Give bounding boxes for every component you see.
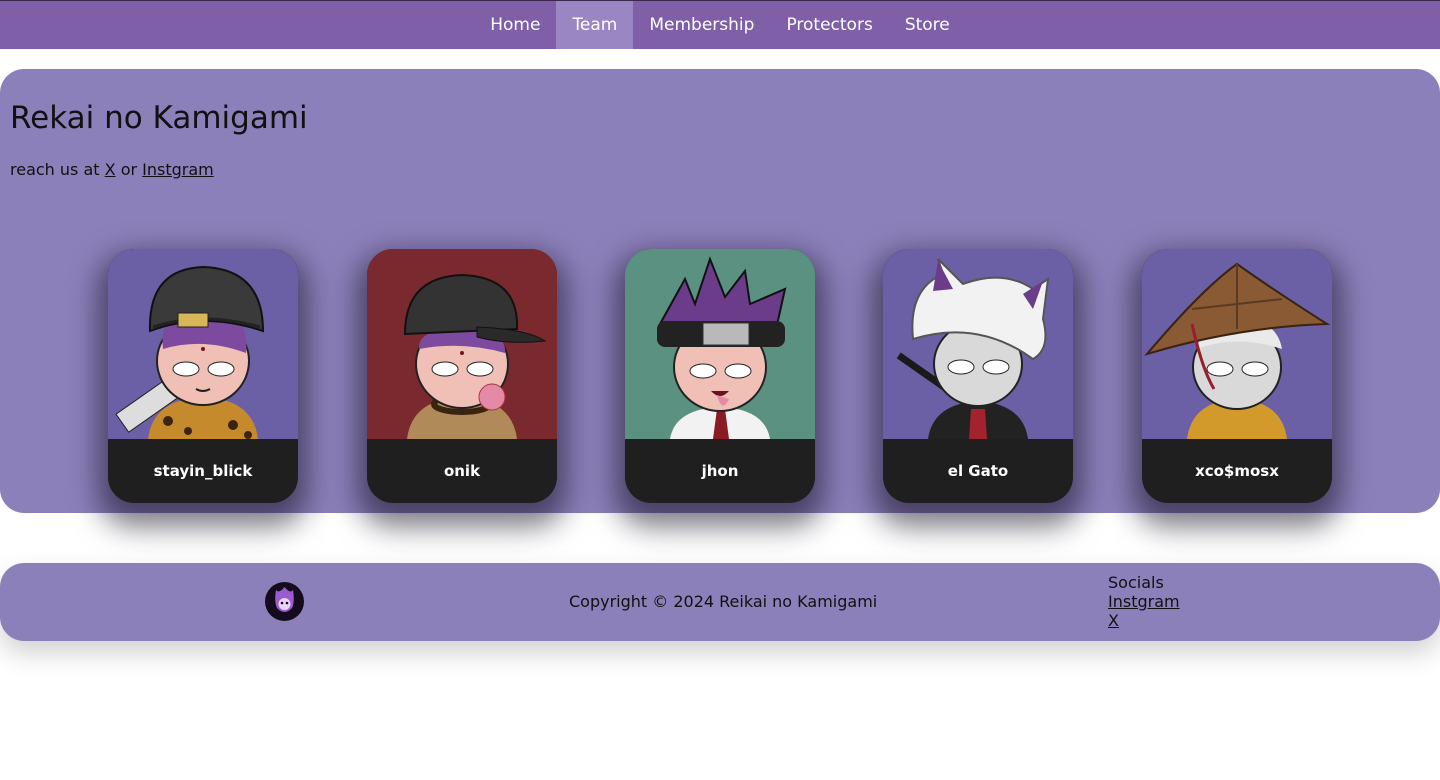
reach-x-link[interactable]: X (105, 160, 116, 179)
member-name: el Gato (947, 462, 1009, 480)
team-card[interactable]: jhon (625, 249, 815, 503)
member-name: jhon (701, 462, 739, 480)
team-card[interactable]: onik (367, 249, 557, 503)
top-navigation: Home Team Membership Protectors Store (0, 0, 1440, 49)
member-name: stayin_blick (153, 462, 253, 480)
page-title: Rekai no Kamigami (10, 100, 308, 136)
flame-skull-icon (265, 582, 304, 621)
avatar (625, 249, 815, 439)
reach-instagram-link[interactable]: Instgram (142, 160, 214, 179)
socials-x-link[interactable]: X (1108, 611, 1180, 630)
socials-section: Socials Instgram X (1108, 573, 1180, 630)
nav-store[interactable]: Store (889, 1, 966, 49)
nav-membership[interactable]: Membership (633, 1, 770, 49)
socials-heading: Socials (1108, 573, 1164, 592)
reach-prefix: reach us at (10, 160, 100, 179)
member-name: onik (443, 462, 481, 480)
nav-protectors[interactable]: Protectors (770, 1, 888, 49)
socials-instagram-link[interactable]: Instgram (1108, 592, 1180, 611)
team-card[interactable]: xco$mosx (1142, 249, 1332, 503)
team-card[interactable]: stayin_blick (108, 249, 298, 503)
reach-or: or (120, 160, 138, 179)
avatar (1142, 249, 1332, 439)
nav-home[interactable]: Home (474, 1, 556, 49)
team-card[interactable]: el Gato (883, 249, 1073, 503)
avatar (108, 249, 298, 439)
member-name: xco$mosx (1195, 462, 1279, 480)
copyright-text: Copyright © 2024 Reikai no Kamigami (569, 592, 878, 611)
avatar (883, 249, 1073, 439)
avatar (367, 249, 557, 439)
nav-team[interactable]: Team (556, 1, 634, 49)
reach-us-text: reach us at X or Instgram (10, 160, 214, 179)
